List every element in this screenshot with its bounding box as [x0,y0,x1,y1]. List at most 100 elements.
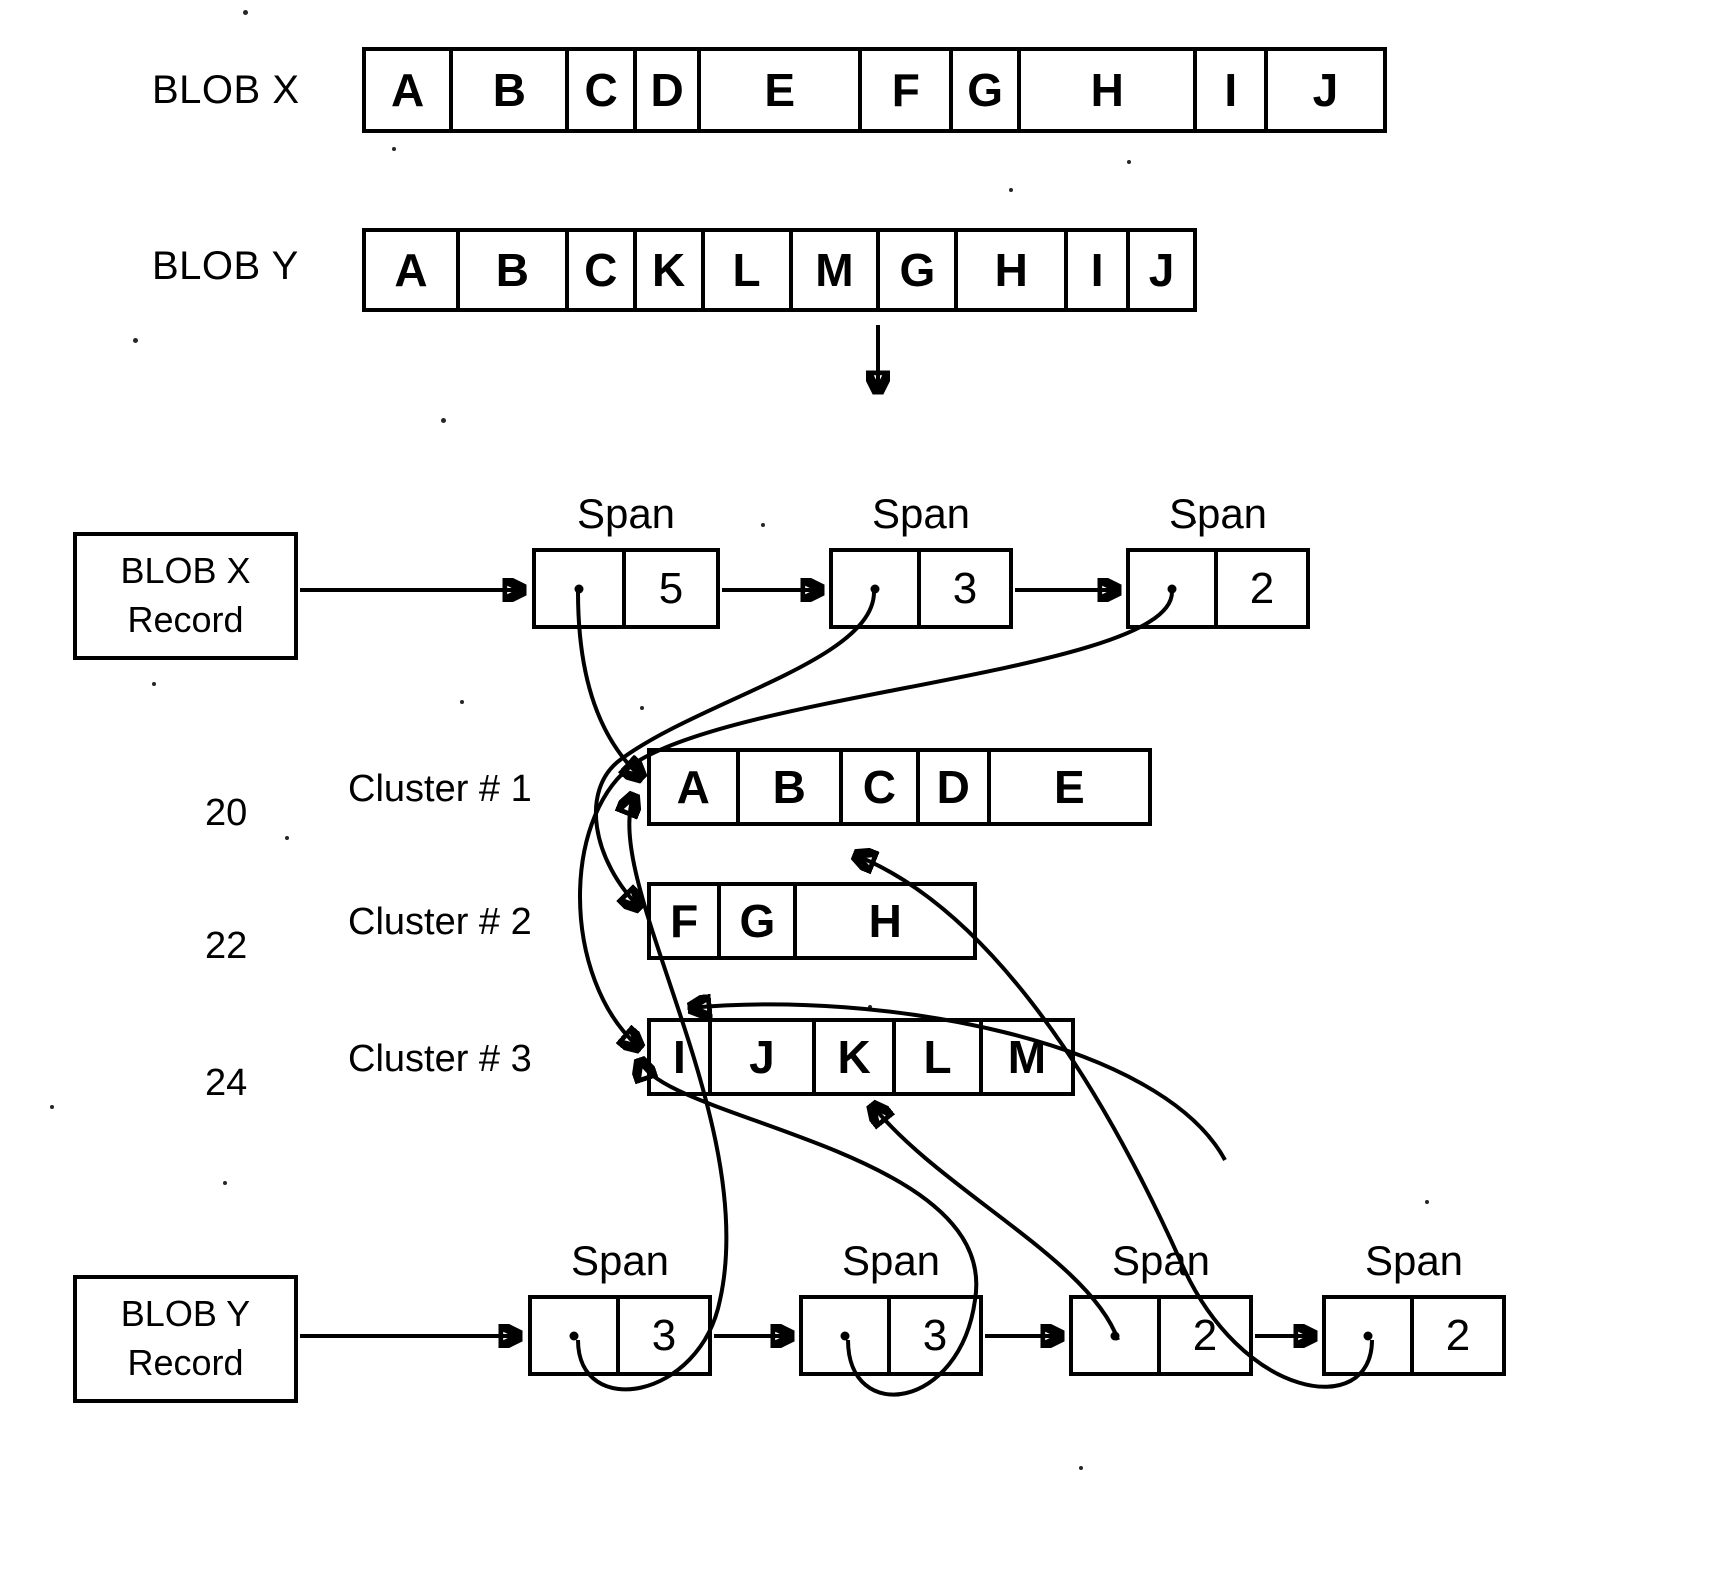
strip-cell: G [880,232,959,308]
strip-cell: B [453,51,570,129]
span-pointer-cell [803,1299,891,1372]
pointer-dot-icon [1363,1331,1373,1340]
figure-canvas: BLOB X A B C D E F G H I J BLOB Y A B C … [0,0,1725,1574]
blob-y-strip-label: BLOB Y [152,244,299,288]
strip-cell: G [953,51,1021,129]
record-title: BLOB Y [120,1293,251,1335]
scan-speck [133,338,138,343]
cluster-cell: F [651,886,722,956]
strip-cell: A [366,51,454,129]
strip-cell: L [705,232,793,308]
cluster-cell: D [920,752,991,822]
strip-cell: K [637,232,705,308]
span-label: Span [570,1237,670,1284]
span-count: 3 [922,1310,948,1360]
span-count: 2 [1249,563,1275,613]
scan-speck [243,10,248,15]
span-label: Span [576,490,676,537]
blob-x-strip-label: BLOB X [152,68,300,112]
strip-cell: H [1021,51,1198,129]
span-count: 3 [952,563,978,613]
cluster-3-ref-number: 24 [205,1062,248,1104]
pointer-dot-icon [870,584,880,593]
pointer-dot-icon [840,1331,850,1340]
strip-cell: I [1197,51,1268,129]
span-label: Span [1168,490,1268,537]
scan-speck [640,706,644,710]
record-subtitle: Record [127,599,244,640]
scan-speck [223,1181,227,1185]
cluster-cell: J [712,1022,816,1092]
strip-cell: D [637,51,702,129]
span-label: Span [1364,1237,1464,1284]
strip-cell: C [569,51,637,129]
cluster-3-strip: I J K L M [647,1018,1075,1096]
x-span-node-3: Span 2 [1126,490,1310,629]
strip-cell: M [793,232,881,308]
pointer-dot-icon [1167,584,1177,593]
scan-speck [1079,1466,1083,1470]
cluster-cell: B [740,752,843,822]
pointer-dot-icon [1110,1331,1120,1340]
pointer-dot-icon [569,1331,579,1340]
strip-cell: F [862,51,954,129]
scan-speck [441,418,446,423]
strip-cell: B [460,232,569,308]
cluster-cell: H [868,895,902,947]
y-span-node-3: Span 2 [1069,1237,1253,1376]
strip-cell: I [1068,232,1131,308]
cluster-1-strip: A B C D E [647,748,1152,826]
y-span-node-1: Span 3 [528,1237,712,1376]
strip-cell: H [958,232,1069,308]
x-span-node-2: Span 3 [829,490,1013,629]
blob-y-record-box: BLOB Y Record [73,1275,298,1403]
cluster-cell: L [896,1022,983,1092]
cluster-cell: G [721,886,798,956]
x-span-node-1: Span 5 [532,490,720,629]
cluster-cell: A [651,752,740,822]
pointer-dot-icon [574,584,584,593]
scan-speck [868,1005,872,1009]
span-count: 2 [1445,1310,1471,1360]
scan-speck [460,700,464,704]
cluster-cell: I [651,1022,712,1092]
span-label: Span [1111,1237,1211,1284]
record-title: BLOB X [120,550,251,592]
cluster-1-ref-number: 20 [205,792,248,834]
y-span-node-2: Span 3 [799,1237,983,1376]
scan-speck [1127,160,1131,164]
blob-y-byte-strip: A B C K L M G H I J [362,228,1197,312]
cluster-1-label: Cluster # 1 [348,768,532,810]
scan-speck [761,523,765,527]
scan-speck [1425,1200,1429,1204]
span-label: Span [871,490,971,537]
cluster-cell: C [843,752,920,822]
cluster-cell: K [816,1022,897,1092]
record-subtitle: Record [127,1342,244,1383]
blob-x-record-box: BLOB X Record [73,532,298,660]
strip-cell: C [569,232,637,308]
span-count: 2 [1192,1310,1218,1360]
y-span-node-4: Span 2 [1322,1237,1506,1376]
scan-speck [152,682,156,686]
cluster-3-label: Cluster # 3 [348,1038,532,1080]
span-pointer-cell [536,552,626,625]
span-pointer-cell [1073,1299,1161,1372]
strip-cell: J [1148,244,1175,296]
scan-speck [1009,188,1013,192]
span-pointer-cell [833,552,921,625]
scan-speck [285,836,289,840]
span-count: 3 [651,1310,677,1360]
span-count: 5 [658,563,684,613]
span-pointer-cell [532,1299,620,1372]
strip-cell: A [366,232,460,308]
span-label: Span [841,1237,941,1284]
scan-speck [392,147,396,151]
cluster-2-ref-number: 22 [205,925,248,967]
blob-x-byte-strip: A B C D E F G H I J [362,47,1387,133]
cluster-2-label: Cluster # 2 [348,901,532,943]
cluster-cell: E [1053,761,1085,813]
strip-cell: J [1312,64,1339,116]
span-pointer-cell [1130,552,1218,625]
span-pointer-cell [1326,1299,1414,1372]
